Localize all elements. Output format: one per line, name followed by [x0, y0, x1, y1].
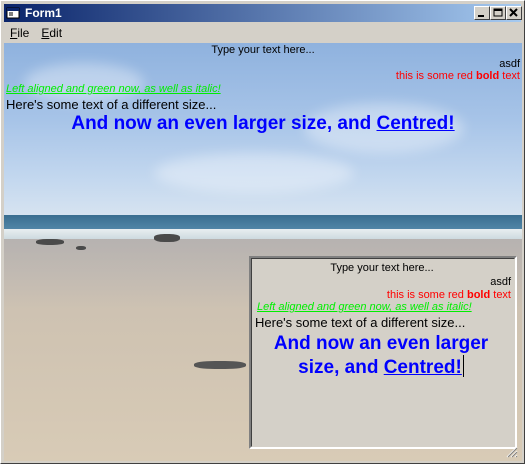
bg-line-green-italic: Left aligned and green now, as well as i… [6, 83, 221, 95]
bg-line-placeholder: Type your text here... [211, 44, 315, 56]
rtb-line-placeholder: Type your text here... [330, 262, 434, 274]
rtb-line-large-centred: And now an even larger size, and Centred… [273, 333, 489, 378]
rock [76, 246, 86, 250]
bg-line-red: this is some red bold text [395, 70, 520, 82]
rock [154, 234, 180, 242]
text-caret [462, 355, 464, 377]
minimize-icon [478, 15, 484, 17]
menu-file-rest: ile [17, 25, 30, 40]
rtb-line-green-italic: Left aligned and green now, as well as i… [257, 301, 472, 313]
maximize-button[interactable] [490, 6, 506, 20]
close-button[interactable] [506, 6, 522, 20]
menu-edit-rest: dit [49, 25, 63, 40]
rtb-line-asdf: asdf [490, 276, 511, 288]
form1-window: Form1 File Edit Type your text here... a… [0, 0, 525, 464]
rtb-line-different-size: Here's some text of a different size... [255, 315, 466, 330]
form-client-area: Type your text here... asdf this is some… [4, 43, 522, 461]
minimize-button[interactable] [474, 6, 490, 20]
close-icon [509, 8, 518, 17]
menu-file[interactable]: File [4, 26, 35, 40]
menu-edit[interactable]: Edit [35, 26, 68, 40]
bg-line-asdf: asdf [499, 58, 520, 70]
title-bar[interactable]: Form1 [4, 4, 522, 22]
rtb-line-red: this is some red bold text [386, 289, 511, 301]
rich-text-content[interactable]: Type your text here... asdf this is some… [251, 258, 515, 447]
resize-grip-icon[interactable] [506, 445, 518, 458]
rich-text-box[interactable]: Type your text here... asdf this is some… [249, 256, 517, 449]
rock [194, 361, 246, 369]
menu-bar: File Edit [4, 23, 521, 42]
app-icon[interactable] [6, 6, 22, 20]
rock [36, 239, 64, 245]
bg-line-large-centred: And now an even larger size, and Centred… [71, 113, 455, 134]
maximize-icon [493, 8, 503, 17]
window-title: Form1 [25, 6, 62, 20]
bg-line-different-size: Here's some text of a different size... [6, 97, 217, 112]
